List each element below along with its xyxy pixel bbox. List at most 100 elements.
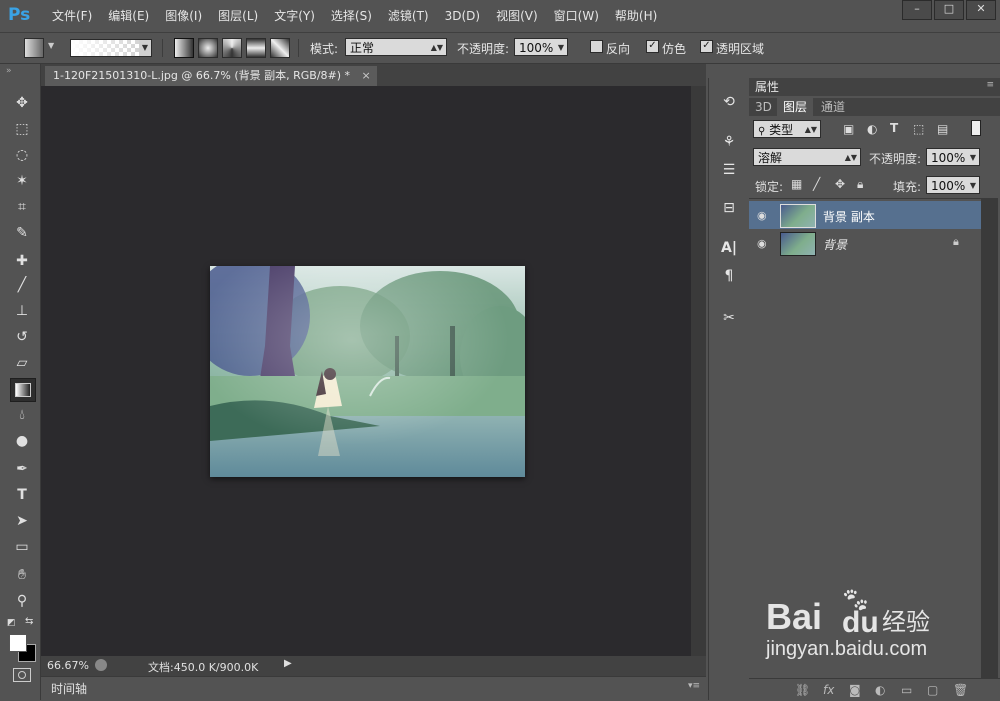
blur-tool-icon[interactable]: 💧︎ <box>10 404 34 426</box>
lasso-tool-icon[interactable]: ◌ <box>10 144 34 166</box>
type-tool-icon[interactable]: T <box>10 484 34 506</box>
move-tool-icon[interactable]: ✥ <box>10 92 34 114</box>
menu-view[interactable]: 视图(V) <box>488 0 546 32</box>
radial-gradient-icon[interactable] <box>198 38 218 58</box>
gradient-picker-arrow-icon[interactable]: ▼ <box>139 40 151 56</box>
eyedropper-tool-icon[interactable]: ✎ <box>10 222 34 244</box>
lock-all-icon[interactable]: 🔒︎ <box>857 177 863 192</box>
menu-window[interactable]: 窗口(W) <box>546 0 607 32</box>
layer-row[interactable]: ◉ 背景 副本 <box>749 201 981 229</box>
reverse-checkbox[interactable] <box>590 40 603 53</box>
pen-tool-icon[interactable]: ✒ <box>10 458 34 480</box>
status-menu-arrow-icon[interactable]: ▶ <box>284 658 292 669</box>
mode-select[interactable]: 正常 ▲▼ <box>345 38 447 56</box>
filter-smart-object-icon[interactable]: ▤ <box>937 122 948 136</box>
default-colors-icon[interactable]: ◩ <box>7 618 16 628</box>
filter-type-icon[interactable]: T <box>890 121 898 135</box>
layer-filter-select[interactable]: ⚲ 类型 ▲▼ <box>753 120 821 138</box>
blend-mode-select[interactable]: 溶解 ▲▼ <box>753 148 861 166</box>
filter-pixel-icon[interactable]: ▣ <box>843 122 854 136</box>
fill-field[interactable]: 100% ▼ <box>926 176 980 194</box>
angle-gradient-icon[interactable] <box>222 38 242 58</box>
add-mask-icon[interactable]: ◙ <box>849 683 861 697</box>
tab-channels[interactable]: 通道 <box>815 98 851 116</box>
dodge-tool-icon[interactable]: ● <box>10 430 34 452</box>
visibility-eye-icon[interactable]: ◉ <box>757 237 767 250</box>
menu-image[interactable]: 图像(I) <box>157 0 210 32</box>
visibility-eye-icon[interactable]: ◉ <box>757 209 767 222</box>
gradient-tool-preset-icon[interactable] <box>24 38 44 58</box>
menu-file[interactable]: 文件(F) <box>44 0 100 32</box>
zoom-level[interactable]: 66.67% <box>47 659 89 672</box>
collapse-toolbar-icon[interactable]: » <box>6 66 12 76</box>
menu-select[interactable]: 选择(S) <box>323 0 380 32</box>
close-document-icon[interactable]: × <box>362 69 371 82</box>
swap-colors-icon[interactable]: ⇆ <box>25 616 33 627</box>
linear-gradient-icon[interactable] <box>174 38 194 58</box>
lock-position-icon[interactable]: ✥ <box>835 177 845 191</box>
layer-row[interactable]: ◉ 背景 🔒︎ <box>749 229 981 257</box>
eraser-tool-icon[interactable]: ▱ <box>10 352 34 374</box>
layer-style-icon[interactable]: fx <box>823 683 834 697</box>
filter-shape-icon[interactable]: ⬚ <box>913 122 924 136</box>
crop-tool-icon[interactable]: ⌗ <box>10 196 34 218</box>
transparency-checkbox[interactable]: ✓ <box>700 40 713 53</box>
document-tab[interactable]: 1-120F21501310-L.jpg @ 66.7% (背景 副本, RGB… <box>45 66 377 86</box>
zoom-tool-icon[interactable]: ⚲ <box>10 590 34 612</box>
panel-menu-icon[interactable]: ≡ <box>986 80 994 90</box>
menu-filter[interactable]: 滤镜(T) <box>380 0 437 32</box>
history-brush-tool-icon[interactable]: ↺ <box>10 326 34 348</box>
timeline-tab[interactable]: 时间轴 <box>51 680 87 697</box>
filter-adjustment-icon[interactable]: ◐ <box>867 122 877 136</box>
dither-checkbox[interactable]: ✓ <box>646 40 659 53</box>
menu-layer[interactable]: 图层(L) <box>210 0 266 32</box>
vertical-scrollbar[interactable] <box>691 86 706 656</box>
reflected-gradient-icon[interactable] <box>246 38 266 58</box>
new-adjustment-layer-icon[interactable]: ◐ <box>875 683 885 697</box>
menu-edit[interactable]: 编辑(E) <box>100 0 157 32</box>
marquee-tool-icon[interactable]: ⬚ <box>10 118 34 140</box>
brush-tool-icon[interactable]: ╱ <box>10 274 34 296</box>
quick-mask-icon[interactable] <box>13 668 31 682</box>
hand-tool-icon[interactable]: ✋︎ <box>10 564 34 586</box>
status-info-icon[interactable] <box>95 659 107 671</box>
new-group-icon[interactable]: ▭ <box>901 683 912 697</box>
tab-layers[interactable]: 图层 <box>777 98 814 116</box>
link-layers-icon[interactable]: ⛓ <box>795 683 810 697</box>
tab-3d[interactable]: 3D <box>749 98 778 116</box>
preset-dropdown-arrow-icon[interactable]: ▼ <box>48 41 54 50</box>
new-layer-icon[interactable]: ▢ <box>927 683 938 697</box>
brush-presets-icon[interactable]: ⚘ <box>717 130 741 154</box>
canvas-area[interactable] <box>41 86 691 656</box>
minimize-button[interactable]: – <box>902 0 932 20</box>
tool-presets-icon[interactable]: ✂ <box>717 306 741 330</box>
timeline-menu-icon[interactable]: ▾≡ <box>688 681 700 691</box>
paragraph-panel-icon[interactable]: ¶ <box>717 264 741 288</box>
lock-transparent-icon[interactable]: ▦ <box>791 177 802 191</box>
foreground-color-swatch[interactable] <box>9 634 27 652</box>
menu-type[interactable]: 文字(Y) <box>266 0 323 32</box>
history-panel-icon[interactable]: ⟲ <box>717 90 741 114</box>
close-button[interactable]: ✕ <box>966 0 996 20</box>
diamond-gradient-icon[interactable] <box>270 38 290 58</box>
align-panel-icon[interactable]: ⊟ <box>717 196 741 220</box>
rectangle-tool-icon[interactable]: ▭ <box>10 536 34 558</box>
menu-3d[interactable]: 3D(D) <box>437 0 488 32</box>
clone-stamp-tool-icon[interactable]: ⊥ <box>10 300 34 322</box>
gradient-tool-icon[interactable] <box>10 378 36 402</box>
menu-help[interactable]: 帮助(H) <box>607 0 665 32</box>
opacity-field[interactable]: 100% ▼ <box>514 38 568 56</box>
layer-opacity-field[interactable]: 100% ▼ <box>926 148 980 166</box>
lock-pixels-icon[interactable]: ╱ <box>813 177 820 191</box>
properties-tab[interactable]: 属性 <box>749 78 785 96</box>
character-panel-icon[interactable]: A| <box>717 236 741 260</box>
magic-wand-tool-icon[interactable]: ✶ <box>10 170 34 192</box>
filter-toggle-icon[interactable] <box>971 120 981 136</box>
path-selection-tool-icon[interactable]: ➤ <box>10 510 34 532</box>
document-image[interactable] <box>210 266 525 477</box>
adjustments-icon[interactable]: ☰ <box>717 158 741 182</box>
gradient-picker[interactable]: ▼ <box>70 39 152 57</box>
delete-layer-icon[interactable]: 🗑︎ <box>953 683 968 697</box>
maximize-button[interactable]: □ <box>934 0 964 20</box>
healing-brush-tool-icon[interactable]: ✚ <box>10 250 34 272</box>
